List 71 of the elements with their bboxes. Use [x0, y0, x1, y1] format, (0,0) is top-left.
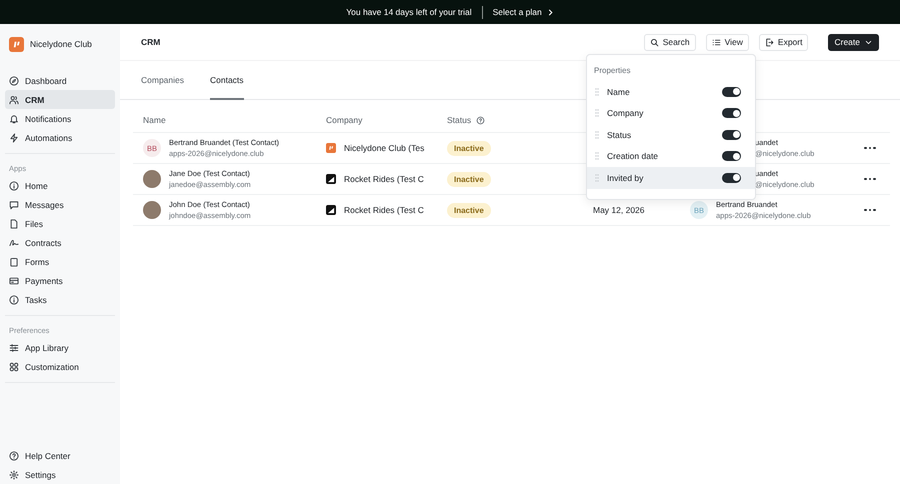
property-item[interactable]: Status [587, 124, 755, 146]
file-icon [9, 218, 19, 228]
people-icon [9, 94, 19, 104]
compass-icon [9, 76, 19, 86]
sidebar-item[interactable]: Contracts [5, 233, 115, 252]
column-header: Company [326, 115, 362, 125]
property-item[interactable]: Company [587, 102, 755, 124]
sidebar-item[interactable]: Forms [5, 252, 115, 271]
view-button[interactable]: View [706, 34, 749, 50]
column-header: Name [143, 115, 166, 125]
search-button[interactable]: Search [644, 34, 696, 50]
clipboard-icon [9, 256, 19, 266]
status-badge: Inactive [447, 172, 491, 186]
list-icon [712, 38, 721, 46]
company-logo-icon [326, 143, 336, 153]
avatar-photo-placeholder [143, 170, 161, 188]
card-icon [9, 276, 19, 286]
chat-icon [9, 200, 19, 210]
company-name: Rocket Rides (Test C [344, 174, 424, 184]
sliders-icon [9, 342, 19, 352]
sidebar-item[interactable]: Home [5, 176, 115, 195]
sidebar-item[interactable]: Payments [5, 271, 115, 290]
column-header: Status [447, 115, 472, 125]
status-badge: Inactive [447, 140, 491, 156]
export-button[interactable]: Export [758, 34, 808, 50]
property-item[interactable]: Creation date [587, 146, 755, 167]
sidebar-item[interactable]: Tasks [5, 290, 115, 309]
sidebar-item[interactable]: Settings [5, 465, 115, 484]
help-icon [9, 450, 19, 460]
sidebar-item[interactable]: Messages [5, 195, 115, 214]
sidebar-item[interactable]: Dashboard [5, 71, 115, 90]
sidebar-item[interactable]: Help Center [5, 446, 115, 465]
grid-icon [9, 362, 19, 372]
toggle-switch[interactable] [722, 86, 741, 97]
toggle-switch[interactable] [722, 172, 741, 183]
info-icon [9, 294, 19, 304]
page-title: CRM [141, 37, 162, 47]
creation-date: May 12, 2026 [593, 205, 645, 215]
status-badge: Inactive [447, 202, 491, 218]
avatar-photo-placeholder [143, 201, 161, 219]
chevron-right-icon [546, 8, 554, 16]
menu-title: Properties [593, 65, 632, 77]
sidebar-item[interactable]: App Library [5, 338, 115, 357]
export-icon [764, 38, 774, 46]
sidebar-item[interactable]: Automations [5, 128, 115, 147]
company-logo-icon [326, 205, 336, 215]
sidebar-item[interactable]: Notifications [5, 109, 115, 128]
trial-message: You have 14 days left of your trial [346, 7, 472, 17]
tab[interactable]: Companies [141, 61, 184, 100]
info-icon [9, 180, 19, 190]
search-icon [650, 38, 659, 46]
toggle-switch[interactable] [722, 130, 741, 140]
property-item[interactable]: Name [587, 81, 755, 102]
signature-icon [9, 238, 19, 248]
lightning-icon [9, 132, 19, 142]
create-button[interactable]: Create [828, 34, 879, 50]
brand-logo-icon [9, 36, 24, 52]
sidebar-item[interactable]: Files [5, 214, 115, 233]
toggle-switch[interactable] [722, 151, 741, 162]
company-logo-icon [326, 174, 336, 184]
tab[interactable]: Contacts [210, 61, 244, 100]
sidebar-item[interactable]: Customization [5, 357, 115, 376]
company-name: Nicelydone Club (Tes [344, 143, 424, 153]
sidebar-item[interactable]: CRM [5, 90, 115, 109]
gear-icon [9, 470, 19, 480]
property-item[interactable]: Invited by [587, 167, 755, 188]
brand-name: Nicelydone Club [30, 39, 92, 49]
bell-icon [9, 114, 19, 124]
select-plan-link[interactable]: Select a plan [492, 7, 554, 17]
toggle-switch[interactable] [722, 108, 741, 118]
company-name: Rocket Rides (Test C [344, 205, 424, 215]
